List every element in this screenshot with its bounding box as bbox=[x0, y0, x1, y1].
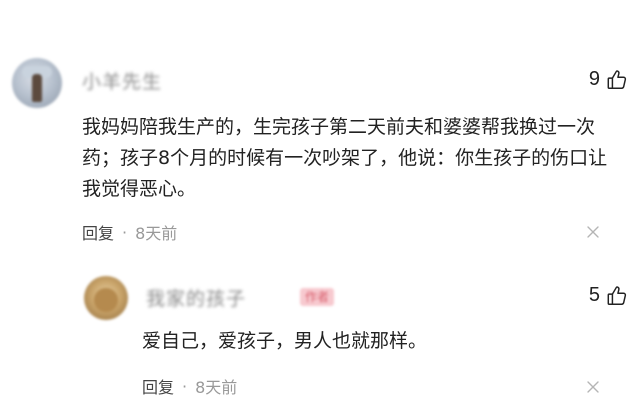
comment-text: 我妈妈陪我生产的，生完孩子第二天前夫和婆婆帮我换过一次药；孩子8个月的时候有一次… bbox=[82, 116, 608, 200]
separator-dot: · bbox=[182, 376, 188, 396]
reply-meta: 回复 · 8天前 bbox=[142, 374, 237, 398]
author-badge: 作者 bbox=[300, 288, 334, 306]
avatar-figure bbox=[32, 74, 42, 102]
close-icon[interactable] bbox=[586, 380, 600, 394]
reply-username[interactable]: 我家的孩子 bbox=[146, 284, 246, 311]
separator-dot: · bbox=[122, 222, 128, 242]
like-count: 9 bbox=[588, 68, 600, 90]
close-icon[interactable] bbox=[586, 225, 600, 239]
timestamp: 8天前 bbox=[195, 378, 238, 397]
username[interactable]: 小羊先生 bbox=[82, 67, 162, 94]
reply-text: 爱自己，爱孩子，男人也就那样。 bbox=[142, 330, 428, 352]
avatar[interactable] bbox=[12, 58, 62, 108]
like-button[interactable]: 9 bbox=[589, 68, 628, 91]
comment-meta: 回复 · 8天前 bbox=[82, 220, 177, 244]
timestamp: 8天前 bbox=[135, 224, 178, 243]
reply-button[interactable]: 回复 bbox=[82, 220, 114, 244]
reply-like-button[interactable]: 5 bbox=[589, 284, 628, 307]
reply-avatar-image bbox=[94, 288, 118, 312]
thumbs-up-icon[interactable] bbox=[606, 69, 628, 91]
thumbs-up-icon[interactable] bbox=[606, 285, 628, 307]
reply-like-count: 5 bbox=[588, 284, 600, 306]
reply-button[interactable]: 回复 bbox=[142, 374, 174, 398]
reply-avatar[interactable] bbox=[84, 276, 128, 320]
